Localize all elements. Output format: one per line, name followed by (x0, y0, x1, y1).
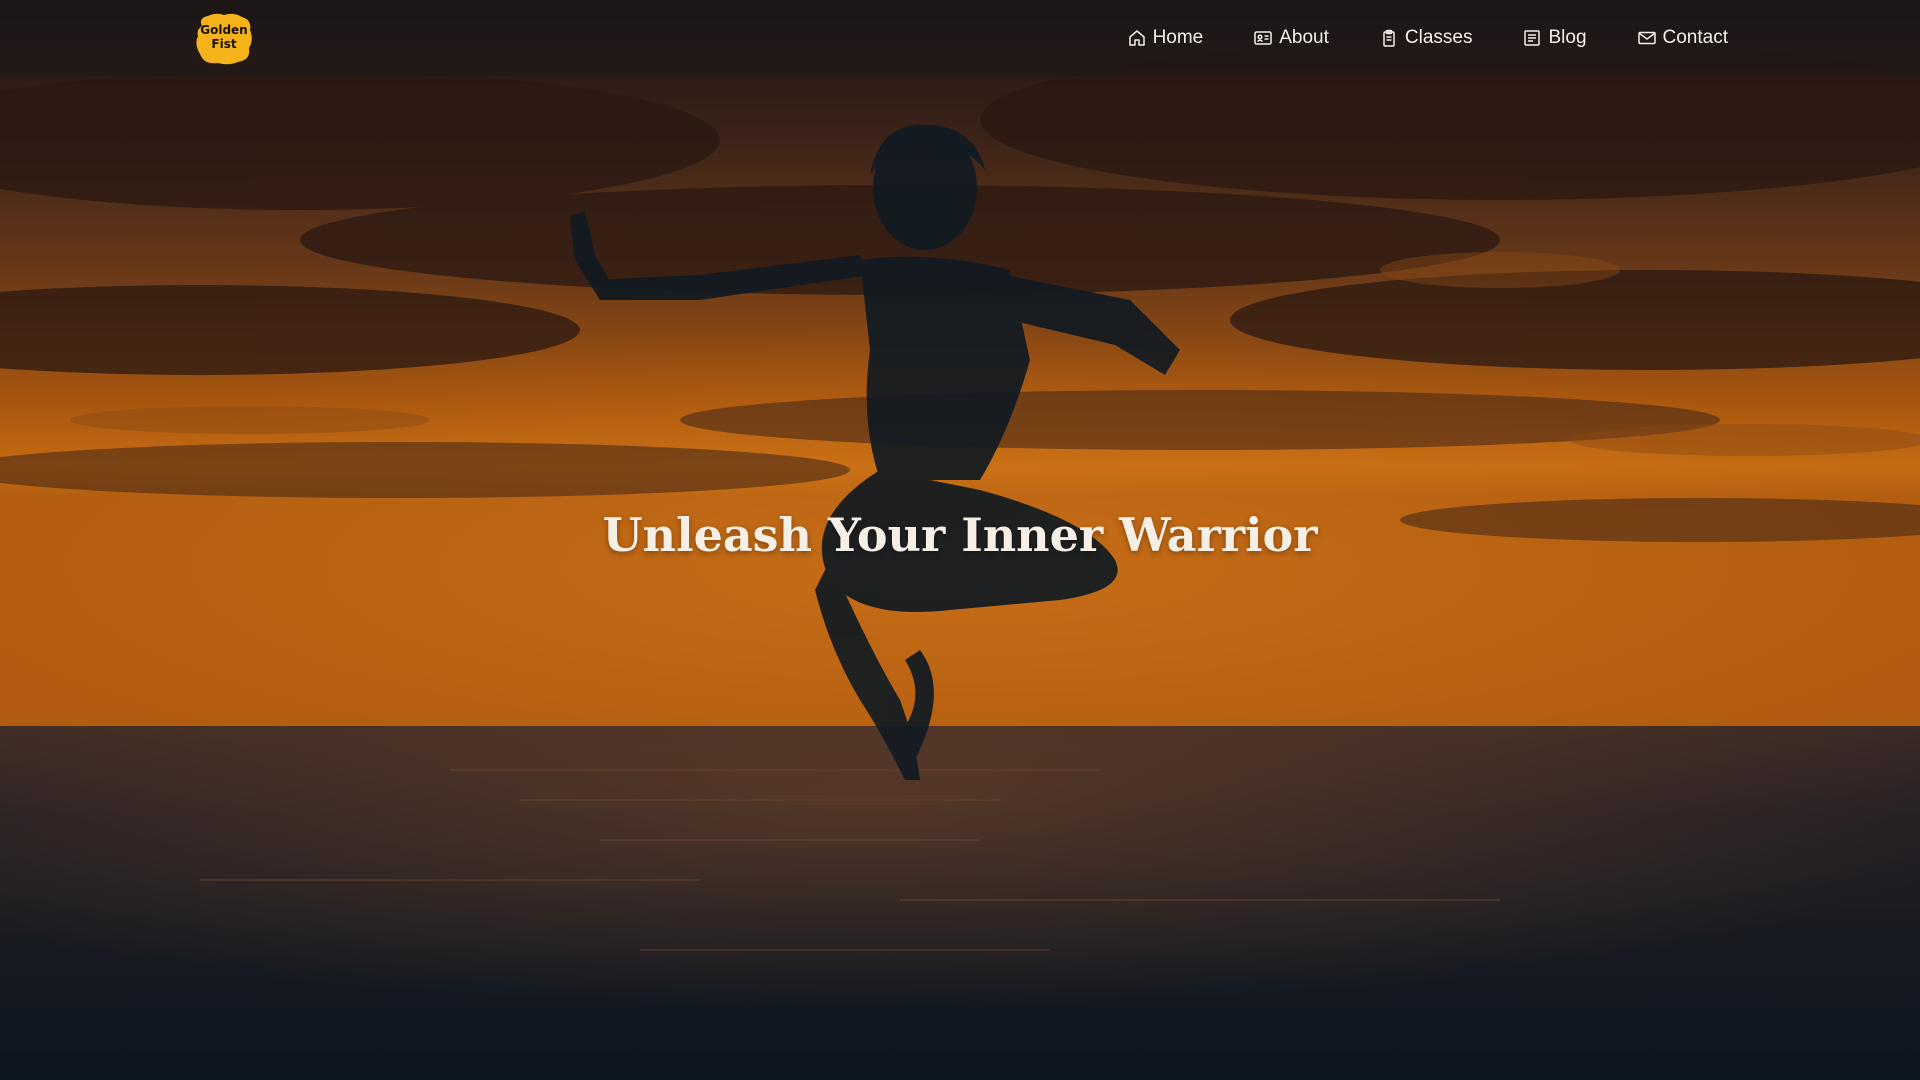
home-icon (1128, 30, 1145, 46)
hero-section: Golden Fist Home About Classes Blog Cont… (0, 0, 1920, 1080)
nav-item-label: About (1279, 27, 1329, 48)
document-icon (1524, 30, 1541, 46)
envelope-icon (1637, 31, 1656, 45)
hero-title: Unleash Your Inner Warrior (602, 508, 1318, 562)
nav-item-label: Contact (1662, 27, 1728, 48)
nav-item-contact[interactable]: Contact (1637, 27, 1728, 49)
nav-item-label: Home (1152, 27, 1204, 48)
golden-fist-logo[interactable]: Golden Fist (194, 12, 254, 65)
id-card-icon (1254, 31, 1272, 45)
logo-text-line1: Golden (200, 23, 247, 37)
logo-text-line2: Fist (211, 37, 236, 51)
nav-item-blog[interactable]: Blog (1522, 27, 1587, 49)
nav-item-classes[interactable]: Classes (1379, 27, 1473, 49)
top-navigation-bar: Golden Fist Home About Classes Blog Cont… (0, 0, 1920, 76)
nav-item-home[interactable]: Home (1127, 27, 1204, 49)
nav-menu: Home About Classes Blog Contact (1127, 0, 1728, 76)
nav-item-label: Blog (1548, 27, 1587, 48)
nav-item-about[interactable]: About (1253, 27, 1329, 49)
nav-item-label: Classes (1404, 27, 1473, 48)
clipboard-icon (1383, 29, 1395, 47)
